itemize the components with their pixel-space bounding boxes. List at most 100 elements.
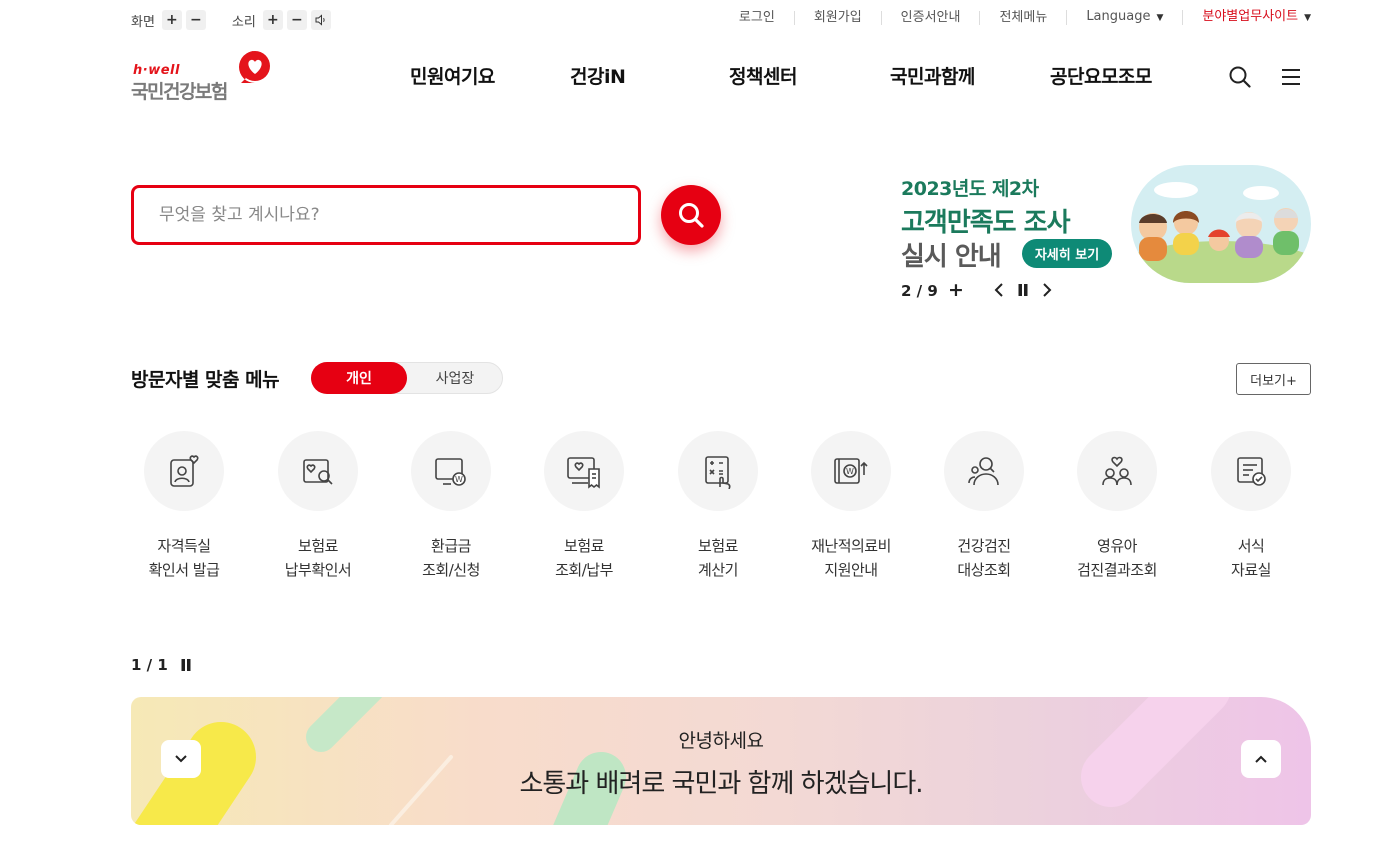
quick-menu-label: 확인서 발급 — [148, 561, 220, 579]
visitor-menu-more-button[interactable]: 더보기+ — [1236, 363, 1311, 395]
quick-menu-label: 검진결과조회 — [1077, 561, 1157, 579]
quick-menu-item[interactable]: 보험료납부확인서 — [258, 431, 378, 582]
language-dropdown[interactable]: Language ▼ — [1066, 10, 1182, 25]
visitor-menu-title: 방문자별 맞춤 메뉴 — [131, 369, 280, 391]
search-submit-button[interactable] — [661, 185, 721, 245]
hamburger-menu-icon[interactable] — [1281, 68, 1301, 86]
visitor-type-toggle: 개인 사업장 — [311, 362, 503, 394]
search-input[interactable] — [159, 188, 619, 242]
monitor-receipt-icon — [544, 431, 624, 511]
chevron-right-icon[interactable] — [1042, 283, 1052, 297]
wallet-won-icon: W — [811, 431, 891, 511]
quick-menu-label: 납부확인서 — [284, 561, 352, 579]
quick-menu-label: 자격득실 — [157, 537, 211, 555]
quick-menu-label: 보험료 — [564, 537, 604, 555]
logo-name: 국민건강보험 — [131, 81, 228, 103]
greeting-main-text: 소통과 배려로 국민과 함께 하겠습니다. — [519, 769, 923, 799]
svg-text:W: W — [846, 467, 854, 476]
volume-up-button[interactable]: + — [262, 10, 283, 30]
quick-menu-label: 환급금 — [431, 537, 471, 555]
main-search-box — [131, 185, 641, 245]
nav-health-in[interactable]: 건강iN — [570, 62, 626, 89]
greeting-up-button[interactable] — [1241, 740, 1281, 778]
top-links: 로그인 회원가입 인증서안내 전체메뉴 Language ▼ 분야별업무사이트 ▼ — [720, 10, 1311, 25]
id-card-heart-icon — [144, 431, 224, 511]
quick-menu-label: 지원안내 — [824, 561, 878, 579]
greeting-decoration — [133, 697, 1230, 825]
document-check-icon — [1211, 431, 1291, 511]
chevron-up-icon — [1255, 755, 1267, 763]
banner-detail-button[interactable]: 자세히 보기 — [1022, 239, 1112, 268]
banner-line-2: 고객만족도 조사 — [901, 208, 1070, 238]
quick-menu-label: 자료실 — [1231, 561, 1271, 579]
quick-menu-item[interactable]: 영유아검진결과조회 — [1057, 431, 1177, 582]
screen-zoom-label: 화면 — [131, 14, 155, 30]
quick-menu-item[interactable]: 보험료계산기 — [658, 431, 778, 582]
heart-bubble-icon — [239, 51, 270, 83]
caret-down-icon: ▼ — [1304, 13, 1311, 23]
quick-menu-item[interactable]: 건강검진대상조회 — [924, 431, 1044, 582]
field-sites-label: 분야별업무사이트 — [1202, 9, 1299, 24]
search-document-icon — [278, 431, 358, 511]
sound-group: 소리 + − — [232, 10, 335, 30]
volume-down-button[interactable]: − — [286, 10, 307, 30]
screen-zoom-group: 화면 + − — [131, 10, 210, 30]
utility-bar: 화면 + − 소리 + − 로그인 회원가입 인증서안내 전체메뉴 Langua… — [0, 0, 1375, 38]
calculator-icon — [678, 431, 758, 511]
greeting-small-text: 안녕하세요 — [678, 730, 764, 752]
quick-menu-label: 재난적의료비 — [811, 537, 891, 555]
tab-business[interactable]: 사업장 — [407, 362, 503, 394]
login-link[interactable]: 로그인 — [720, 10, 794, 25]
nav-about-nhis[interactable]: 공단요모조모 — [1050, 62, 1152, 89]
banner-line-3: 실시 안내 — [901, 242, 1002, 272]
nhis-logo[interactable]: h·well 국민건강보험 — [131, 50, 276, 103]
pause-icon[interactable] — [1018, 284, 1028, 296]
person-search-icon — [944, 431, 1024, 511]
quick-menu-label: 보험료 — [698, 537, 738, 555]
field-sites-dropdown[interactable]: 분야별업무사이트 ▼ — [1182, 10, 1311, 25]
family-illustration — [1131, 165, 1311, 283]
quick-menu-label: 계산기 — [698, 561, 738, 579]
chevron-left-icon[interactable] — [994, 283, 1004, 297]
quick-menu-label: 조회/신청 — [422, 561, 480, 579]
quick-menu-item[interactable]: 서식자료실 — [1191, 431, 1311, 582]
quick-menu-label: 대상조회 — [957, 561, 1011, 579]
quick-menu-item[interactable]: W 환급금조회/신청 — [391, 431, 511, 582]
quick-menu-page-indicator: 1 / 1 — [131, 656, 168, 674]
quick-menu-label: 조회/납부 — [555, 561, 613, 579]
greeting-down-button[interactable] — [161, 740, 201, 778]
quick-menu-label: 서식 — [1237, 537, 1265, 555]
signup-link[interactable]: 회원가입 — [793, 10, 881, 25]
banner-controls: 2 / 9 + — [901, 279, 1061, 302]
quick-menu-label: 보험료 — [298, 537, 338, 555]
logo-brand: h·well — [133, 63, 180, 78]
search-icon[interactable] — [1229, 66, 1251, 88]
quick-menu-item[interactable]: 보험료조회/납부 — [524, 431, 644, 582]
zoom-in-button[interactable]: + — [161, 10, 182, 30]
banner-line-1: 2023년도 제2차 — [901, 178, 1039, 200]
banner-page-indicator: 2 / 9 — [901, 282, 938, 300]
certificate-guide-link[interactable]: 인증서안내 — [880, 10, 980, 25]
svg-text:W: W — [455, 475, 463, 484]
nav-civil-service[interactable]: 민원여기요 — [410, 62, 495, 89]
quick-menu-label: 영유아 — [1097, 537, 1137, 555]
tab-individual[interactable]: 개인 — [311, 362, 407, 394]
greeting-banner: 안녕하세요 소통과 배려로 국민과 함께 하겠습니다. — [131, 697, 1311, 825]
quick-menu-label: 건강검진 — [957, 537, 1011, 555]
accessibility-controls: 화면 + − 소리 + − — [131, 10, 357, 30]
monitor-won-icon: W — [411, 431, 491, 511]
language-label: Language — [1086, 9, 1151, 24]
search-icon — [679, 203, 704, 228]
banner-more-button[interactable]: + — [948, 279, 964, 301]
family-heart-icon — [1077, 431, 1157, 511]
sitemap-link[interactable]: 전체메뉴 — [979, 10, 1066, 25]
caret-down-icon: ▼ — [1156, 13, 1164, 23]
speaker-icon[interactable] — [310, 10, 331, 30]
quick-menu-item[interactable]: 자격득실확인서 발급 — [124, 431, 244, 582]
sound-label: 소리 — [231, 14, 256, 30]
nav-policy-center[interactable]: 정책센터 — [729, 62, 797, 89]
nav-with-citizens[interactable]: 국민과함께 — [890, 62, 975, 89]
quick-menu-item[interactable]: W 재난적의료비지원안내 — [791, 431, 911, 582]
zoom-out-button[interactable]: − — [185, 10, 206, 30]
pause-icon[interactable] — [181, 659, 191, 671]
